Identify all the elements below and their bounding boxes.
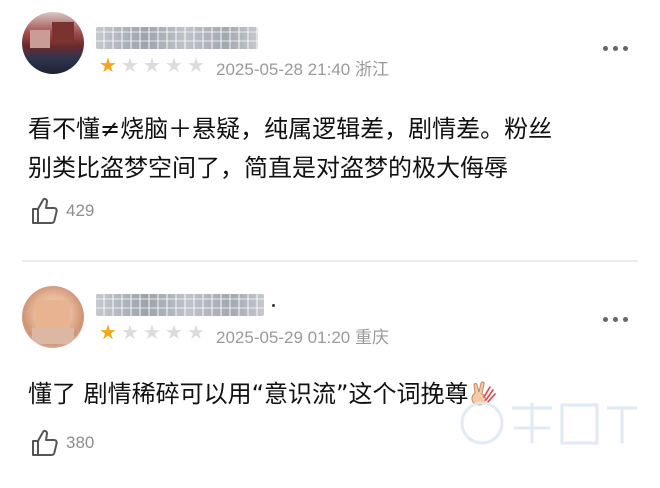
more-dots-icon[interactable]	[603, 46, 628, 51]
comment-text-line: 懂了 剧情稀碎可以用“意识流”这个词挽尊	[28, 380, 469, 408]
thumbs-up-icon	[32, 197, 58, 224]
star-empty-icon: ★	[187, 53, 205, 77]
star-empty-icon: ★	[165, 53, 183, 77]
star-empty-icon: ★	[121, 320, 139, 344]
victory-hand-emoji-icon	[469, 379, 497, 406]
comment-text-line: 别类比盗梦空间了，简直是对盗梦的极大侮辱	[28, 154, 508, 182]
star-empty-icon: ★	[187, 320, 205, 344]
comment-text-line: 看不懂≠烧脑＋悬疑，纯属逻辑差，剧情差。粉丝	[28, 115, 553, 143]
star-filled-icon: ★	[99, 53, 117, 77]
star-filled-icon: ★	[99, 320, 117, 344]
comment-meta: 2025-05-29 01:20 重庆	[216, 323, 389, 348]
like-count: 380	[66, 433, 95, 452]
comment-text: 懂了 剧情稀碎可以用“意识流”这个词挽尊	[28, 375, 636, 414]
like-button[interactable]: 429	[30, 196, 94, 226]
comment-date: 2025-05-28 21:40	[216, 60, 351, 79]
star-empty-icon: ★	[143, 320, 161, 344]
comment-date: 2025-05-29 01:20	[216, 328, 351, 347]
like-count: 429	[66, 201, 95, 220]
comment-meta: 2025-05-28 21:40 浙江	[216, 55, 389, 80]
username-dot	[272, 304, 275, 307]
comment-text: 看不懂≠烧脑＋悬疑，纯属逻辑差，剧情差。粉丝 别类比盗梦空间了，简直是对盗梦的极…	[28, 110, 636, 188]
avatar[interactable]	[22, 12, 84, 74]
username-blurred[interactable]	[96, 27, 258, 49]
comment-item: ★ ★ ★ ★ ★ 2025-05-28 21:40 浙江 看不懂≠烧脑＋悬疑，…	[0, 0, 660, 260]
avatar[interactable]	[22, 286, 84, 348]
thumbs-up-icon	[32, 429, 58, 456]
avatar-pixel	[30, 30, 50, 48]
star-empty-icon: ★	[121, 53, 139, 77]
comment-location: 浙江	[354, 60, 389, 79]
more-dots-icon[interactable]	[603, 317, 628, 322]
star-rating: ★ ★ ★ ★ ★	[98, 322, 206, 342]
avatar-pixel	[32, 328, 74, 344]
comment-item: ★ ★ ★ ★ ★ 2025-05-29 01:20 重庆 懂了 剧情稀碎可以用…	[0, 262, 660, 488]
star-empty-icon: ★	[165, 320, 183, 344]
like-button[interactable]: 380	[30, 428, 94, 458]
username-blurred[interactable]	[96, 294, 264, 316]
avatar-pixel	[52, 22, 74, 44]
star-rating: ★ ★ ★ ★ ★	[98, 55, 206, 75]
comment-location: 重庆	[354, 328, 389, 347]
star-empty-icon: ★	[143, 53, 161, 77]
